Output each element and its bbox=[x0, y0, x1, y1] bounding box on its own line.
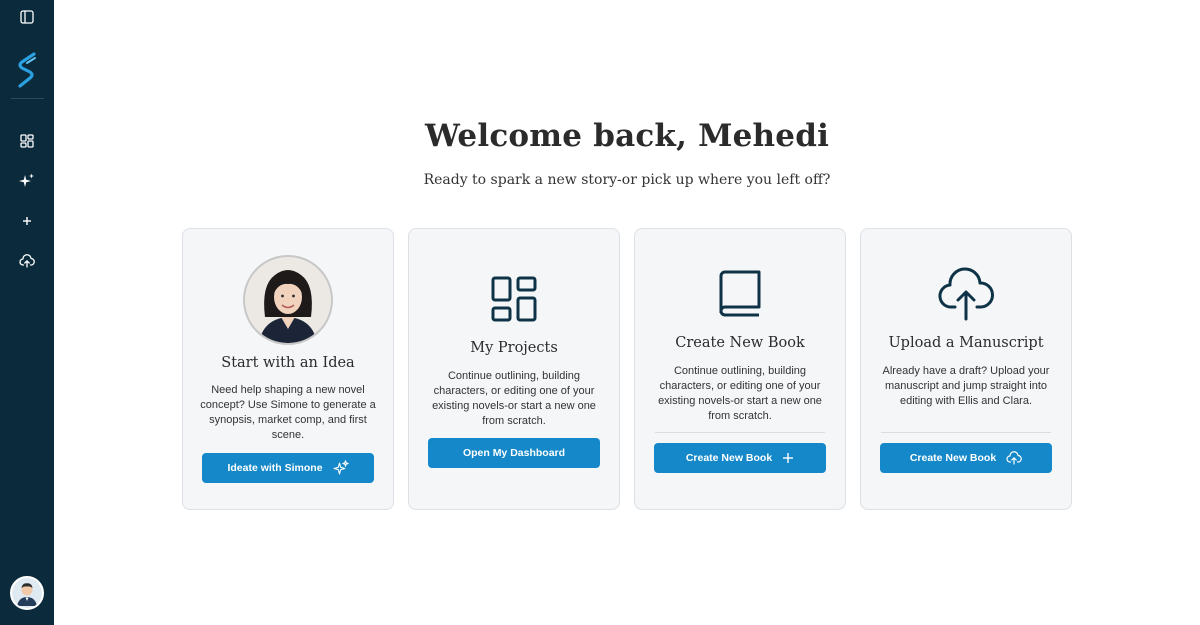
card-description: Continue outlining, building characters,… bbox=[432, 370, 596, 427]
sidebar-divider bbox=[11, 98, 44, 99]
card-icon-wrap bbox=[861, 267, 1071, 321]
cloud-upload-icon bbox=[938, 267, 994, 321]
button-label: Create New Book bbox=[685, 452, 773, 464]
card-icon-wrap bbox=[409, 275, 619, 323]
ideate-with-simone-button[interactable]: Ideate with Simone bbox=[202, 453, 374, 483]
button-label: Open My Dashboard bbox=[462, 447, 566, 459]
user-avatar-button[interactable] bbox=[10, 576, 44, 610]
open-dashboard-button[interactable]: Open My Dashboard bbox=[428, 438, 600, 468]
dashboard-grid-icon bbox=[491, 276, 537, 322]
plus-icon bbox=[783, 453, 794, 463]
sidebar bbox=[0, 0, 54, 625]
card-start-idea: Start with an Idea Need help shaping a n… bbox=[182, 228, 394, 510]
card-description: Already have a draft? Upload your manusc… bbox=[882, 365, 1050, 407]
page-title: Welcome back, Mehedi bbox=[424, 118, 830, 154]
sidebar-item-upload[interactable] bbox=[12, 246, 42, 276]
book-icon bbox=[719, 270, 761, 317]
sidebar-toggle-button[interactable] bbox=[12, 2, 42, 32]
sidebar-item-ideate[interactable] bbox=[12, 166, 42, 196]
card-upload-manuscript: Upload a Manuscript Already have a draft… bbox=[860, 228, 1072, 510]
card-title: Upload a Manuscript bbox=[888, 335, 1044, 351]
upload-manuscript-button[interactable]: Create New Book bbox=[880, 443, 1052, 473]
card-description: Continue outlining, building characters,… bbox=[658, 365, 822, 422]
sidebar-toggle-icon bbox=[20, 10, 34, 24]
card-description: Need help shaping a new novel concept? U… bbox=[200, 384, 376, 441]
cloud-upload-icon bbox=[19, 254, 35, 268]
card-title: Start with an Idea bbox=[221, 355, 355, 371]
sparkles-icon bbox=[19, 173, 34, 187]
page-subtitle: Ready to spark a new story-or pick up wh… bbox=[423, 172, 831, 188]
button-label: Ideate with Simone bbox=[227, 462, 323, 474]
card-divider bbox=[655, 432, 825, 433]
sidebar-item-new[interactable] bbox=[12, 206, 42, 236]
card-icon-wrap bbox=[183, 255, 393, 345]
dashboard-grid-icon bbox=[20, 134, 34, 148]
card-create-book: Create New Book Continue outlining, buil… bbox=[634, 228, 846, 510]
sidebar-item-dashboard[interactable] bbox=[12, 126, 42, 156]
sparkles-icon bbox=[332, 460, 349, 475]
create-new-book-button[interactable]: Create New Book bbox=[654, 443, 826, 473]
s-logo-icon bbox=[18, 52, 36, 88]
card-icon-wrap bbox=[635, 269, 845, 321]
app: Welcome back, Mehedi Ready to spark a ne… bbox=[0, 0, 1200, 625]
card-title: My Projects bbox=[470, 340, 558, 356]
cloud-upload-icon bbox=[1006, 451, 1022, 465]
user-avatar bbox=[12, 578, 42, 608]
app-logo[interactable] bbox=[12, 50, 42, 90]
simone-avatar bbox=[243, 255, 333, 345]
card-divider bbox=[881, 432, 1051, 433]
button-label: Create New Book bbox=[909, 452, 997, 464]
plus-icon bbox=[23, 217, 31, 225]
card-my-projects: My Projects Continue outlining, building… bbox=[408, 228, 620, 510]
card-title: Create New Book bbox=[675, 335, 805, 351]
